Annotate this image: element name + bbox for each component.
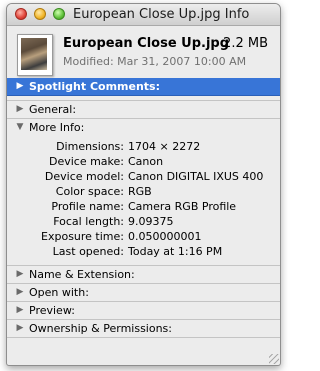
info-row-profile-name: Profile name: Camera RGB Profile <box>7 199 280 214</box>
resize-grip[interactable] <box>269 354 279 364</box>
file-header: European Close Up.jpg 2.2 MB Modified: M… <box>7 26 280 78</box>
info-row-exposure-time: Exposure time: 0.050000001 <box>7 229 280 244</box>
info-label: Focal length: <box>53 215 124 228</box>
photo-thumbnail <box>21 38 47 70</box>
section-label: Preview: <box>29 304 75 317</box>
disclosure-collapsed-icon[interactable]: ▶ <box>15 302 25 319</box>
section-label: Open with: <box>29 286 89 299</box>
info-row-dimensions: Dimensions: 1704 × 2272 <box>7 139 280 154</box>
info-row-device-make: Device make: Canon <box>7 154 280 169</box>
disclosure-collapsed-icon[interactable]: ▶ <box>15 78 25 95</box>
info-value: 0.050000001 <box>128 230 202 243</box>
info-window: European Close Up.jpg Info European Clos… <box>6 3 281 366</box>
section-open-with[interactable]: ▶ Open with: <box>7 284 280 302</box>
section-label: More Info: <box>29 121 85 134</box>
section-label: Spotlight Comments: <box>29 80 160 93</box>
more-info-details: Dimensions: 1704 × 2272 Device make: Can… <box>7 136 280 266</box>
info-value: 1704 × 2272 <box>128 140 201 153</box>
section-label: Ownership & Permissions: <box>29 322 172 335</box>
minimize-button[interactable] <box>34 8 46 20</box>
info-label: Device make: <box>48 155 124 168</box>
info-label: Device model: <box>44 170 124 183</box>
info-row-focal-length: Focal length: 9.09375 <box>7 214 280 229</box>
info-label: Exposure time: <box>41 230 124 243</box>
disclosure-collapsed-icon[interactable]: ▶ <box>15 101 25 118</box>
info-value: Canon <box>128 155 164 168</box>
section-spotlight-comments[interactable]: ▶ Spotlight Comments: <box>7 78 280 96</box>
disclosure-collapsed-icon[interactable]: ▶ <box>15 320 25 337</box>
disclosure-expanded-icon[interactable]: ▼ <box>15 119 25 136</box>
disclosure-collapsed-icon[interactable]: ▶ <box>15 266 25 283</box>
info-sections: ▶ Spotlight Comments: ▶ General: ▼ More … <box>7 78 280 365</box>
section-general[interactable]: ▶ General: <box>7 101 280 119</box>
section-name-extension[interactable]: ▶ Name & Extension: <box>7 266 280 284</box>
jpeg-file-icon <box>17 34 53 76</box>
file-modified-date: Modified: Mar 31, 2007 10:00 AM <box>63 55 247 68</box>
info-value: RGB <box>128 185 152 198</box>
section-more-info[interactable]: ▼ More Info: <box>7 119 280 136</box>
section-label: General: <box>29 103 77 116</box>
info-row-last-opened: Last opened: Today at 1:16 PM <box>7 244 280 259</box>
file-size: 2.2 MB <box>223 36 268 51</box>
info-label: Profile name: <box>51 200 124 213</box>
disclosure-collapsed-icon[interactable]: ▶ <box>15 284 25 301</box>
info-row-device-model: Device model: Canon DIGITAL IXUS 400 <box>7 169 280 184</box>
title-bar[interactable]: European Close Up.jpg Info <box>7 4 280 26</box>
window-title: European Close Up.jpg Info <box>73 7 250 22</box>
info-value: 9.09375 <box>128 215 174 228</box>
section-label: Name & Extension: <box>29 268 135 281</box>
info-value: Camera RGB Profile <box>128 200 237 213</box>
info-label: Dimensions: <box>56 140 124 153</box>
file-name: European Close Up.jpg <box>63 36 230 51</box>
info-label: Last opened: <box>52 245 124 258</box>
info-label: Color space: <box>55 185 124 198</box>
section-preview[interactable]: ▶ Preview: <box>7 302 280 320</box>
zoom-button[interactable] <box>53 8 65 20</box>
info-value: Canon DIGITAL IXUS 400 <box>128 170 264 183</box>
info-row-color-space: Color space: RGB <box>7 184 280 199</box>
section-ownership-permissions[interactable]: ▶ Ownership & Permissions: <box>7 320 280 338</box>
close-button[interactable] <box>15 8 27 20</box>
info-value: Today at 1:16 PM <box>128 245 223 258</box>
